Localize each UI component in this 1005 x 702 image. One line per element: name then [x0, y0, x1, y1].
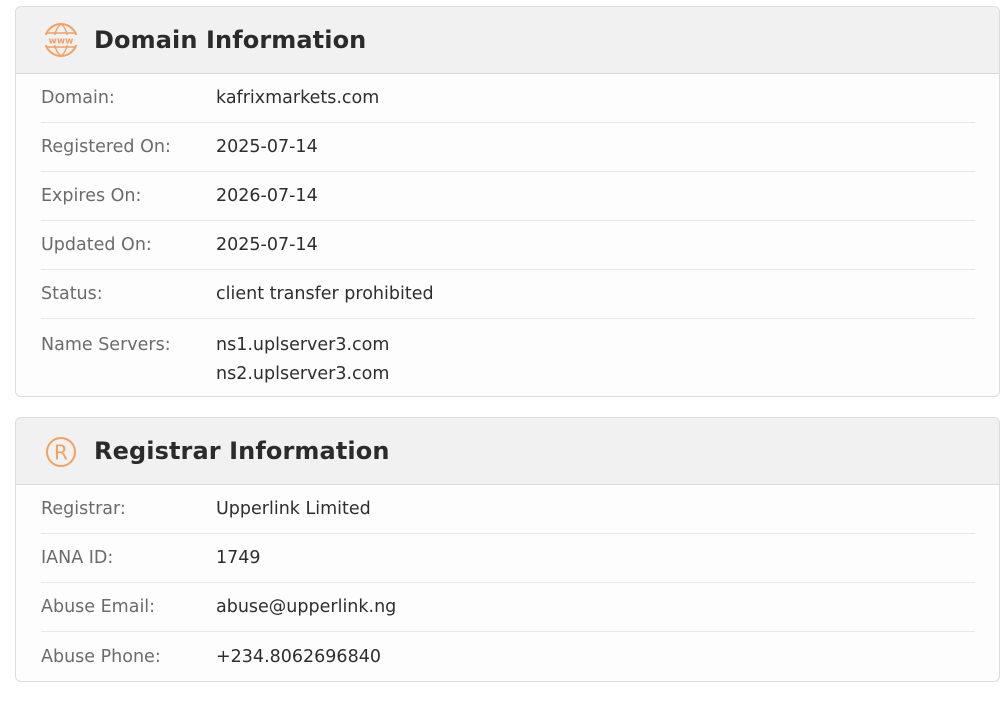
row-abuse-phone: Abuse Phone: +234.8062696840: [41, 632, 975, 681]
registrar-information-header: R Registrar Information: [16, 418, 999, 485]
abuse-phone-label: Abuse Phone:: [41, 646, 161, 667]
updated-on-label: Updated On:: [41, 235, 152, 255]
domain-information-card: www Domain Information Domain: kafrixmar…: [15, 6, 1000, 397]
svg-text:R: R: [54, 441, 68, 465]
registered-on-value: 2025-07-14: [216, 137, 318, 157]
expires-on-label: Expires On:: [41, 186, 142, 206]
domain-information-title: Domain Information: [94, 26, 367, 54]
name-servers-value: ns1.uplserver3.com ns2.uplserver3.com: [216, 331, 389, 389]
name-server-2: ns2.uplserver3.com: [216, 364, 390, 384]
row-name-servers: Name Servers: ns1.uplserver3.com ns2.upl…: [41, 319, 975, 389]
updated-on-value: 2025-07-14: [216, 235, 318, 255]
iana-id-value: 1749: [216, 548, 261, 568]
www-globe-icon: www: [42, 21, 80, 59]
abuse-email-label: Abuse Email:: [41, 597, 156, 617]
domain-value: kafrixmarkets.com: [216, 88, 380, 108]
status-label: Status:: [41, 284, 103, 304]
registered-icon: R: [42, 432, 80, 470]
domain-label: Domain:: [41, 88, 115, 108]
iana-id-label: IANA ID:: [41, 548, 114, 568]
abuse-phone-value: +234.8062696840: [216, 646, 381, 667]
status-value: client transfer prohibited: [216, 284, 434, 304]
registrar-information-title: Registrar Information: [94, 437, 390, 465]
abuse-email-value: abuse@upperlink.ng: [216, 597, 397, 617]
row-expires-on: Expires On: 2026-07-14: [41, 172, 975, 221]
row-updated-on: Updated On: 2025-07-14: [41, 221, 975, 270]
registered-on-label: Registered On:: [41, 137, 171, 157]
row-status: Status: client transfer prohibited: [41, 270, 975, 319]
name-servers-label: Name Servers:: [41, 335, 171, 355]
registrar-information-card: R Registrar Information Registrar: Upper…: [15, 417, 1000, 682]
row-iana-id: IANA ID: 1749: [41, 534, 975, 583]
row-domain: Domain: kafrixmarkets.com: [41, 74, 975, 123]
name-server-1: ns1.uplserver3.com: [216, 335, 390, 355]
domain-information-header: www Domain Information: [16, 7, 999, 74]
svg-text:www: www: [49, 37, 74, 47]
registrar-value: Upperlink Limited: [216, 499, 371, 519]
row-registered-on: Registered On: 2025-07-14: [41, 123, 975, 172]
expires-on-value: 2026-07-14: [216, 186, 318, 206]
row-abuse-email: Abuse Email: abuse@upperlink.ng: [41, 583, 975, 632]
registrar-label: Registrar:: [41, 499, 126, 519]
row-registrar: Registrar: Upperlink Limited: [41, 485, 975, 534]
